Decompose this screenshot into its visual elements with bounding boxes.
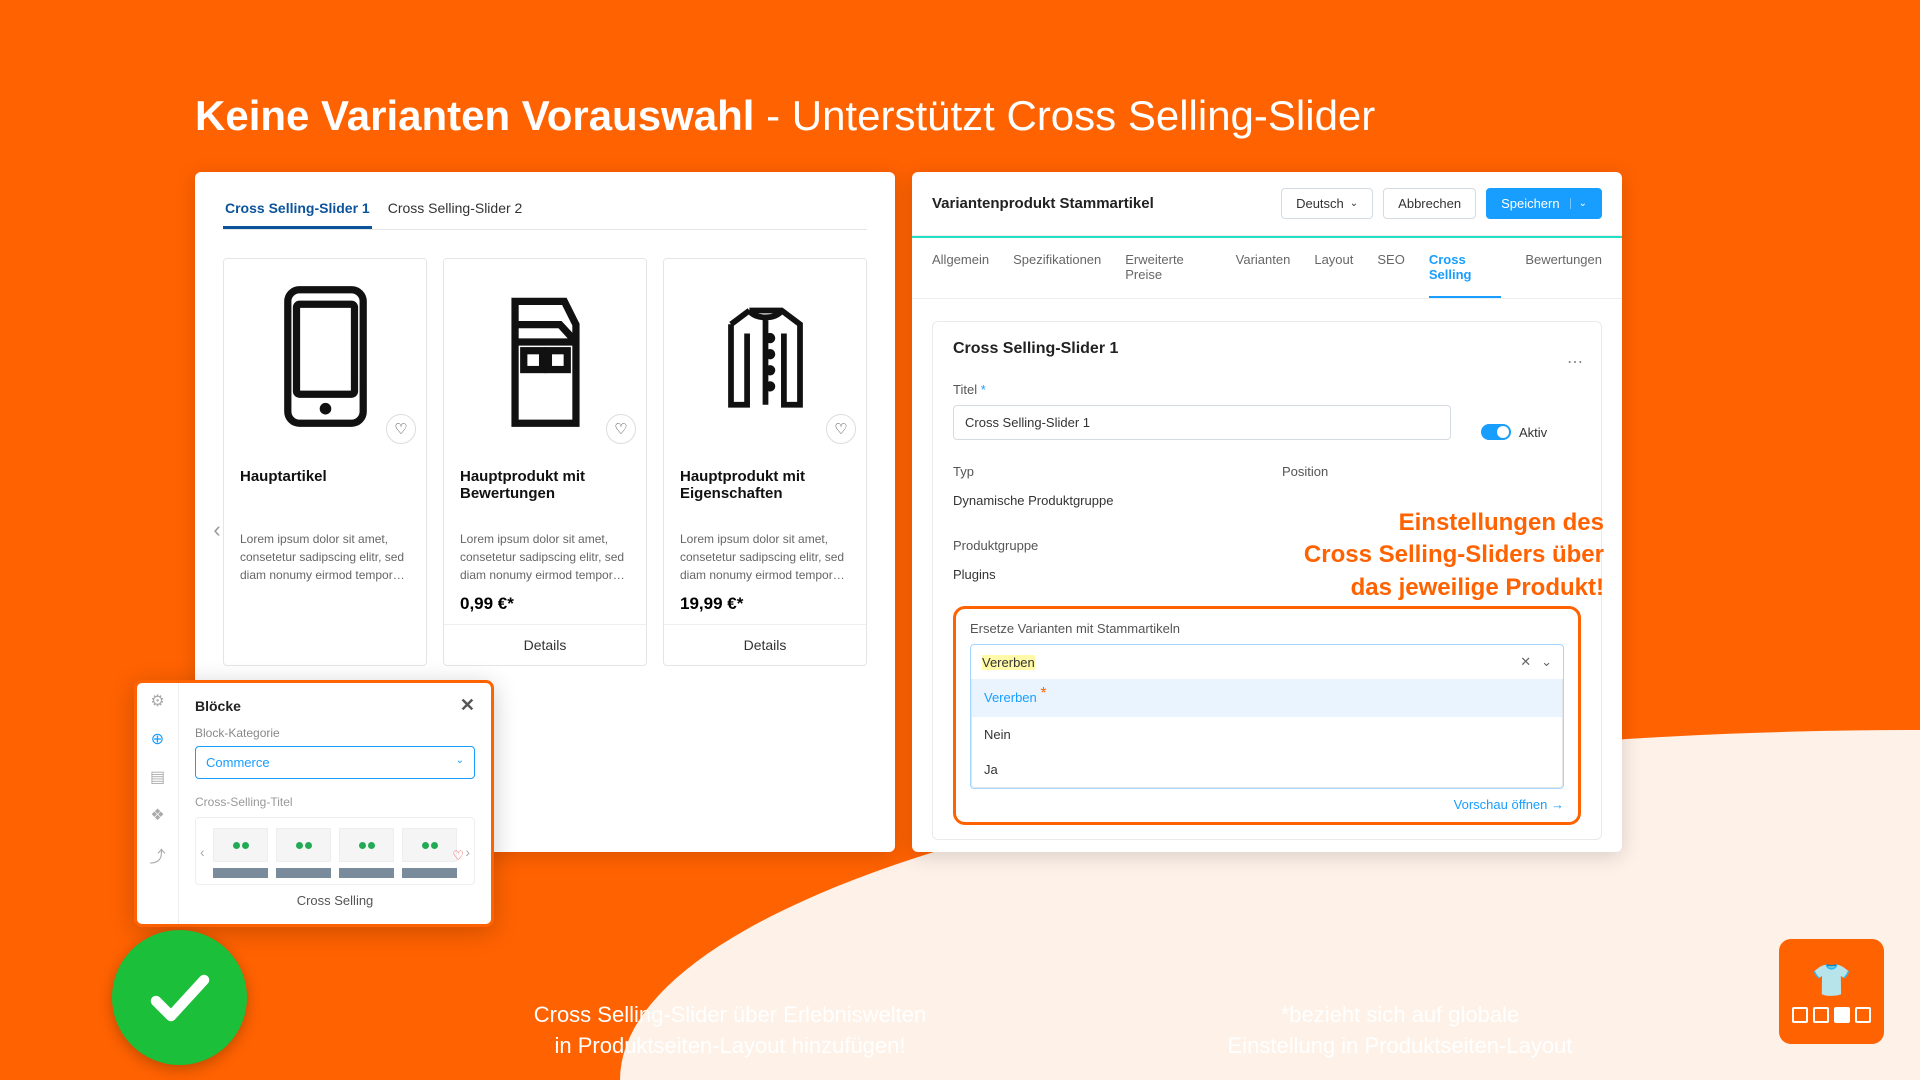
highlighted-setting: Ersetze Varianten mit Stammartikeln Vere…: [953, 606, 1581, 825]
product-title: Hauptprodukt mit Bewertungen: [460, 468, 630, 510]
product-card[interactable]: ♡ Hauptprodukt mit Bewertungen Lorem ipsu…: [443, 258, 647, 666]
product-price: 0,99 €*: [444, 594, 646, 624]
chevron-down-icon[interactable]: ⌄: [1541, 654, 1552, 670]
doc-icon[interactable]: ▤: [150, 767, 165, 787]
option-no[interactable]: Nein: [972, 717, 1562, 752]
tab-prices[interactable]: Erweiterte Preise: [1125, 238, 1211, 298]
position-label: Position: [1282, 464, 1581, 479]
brand-logo: 👕: [1779, 939, 1884, 1044]
product-desc: Lorem ipsum dolor sit amet, consetetur s…: [680, 530, 850, 584]
layers-icon[interactable]: ❖: [150, 805, 164, 825]
block-category-label: Block-Kategorie: [195, 726, 475, 740]
block-category-select[interactable]: Commerce⌄: [195, 746, 475, 779]
admin-panel: Variantenprodukt Stammartikel Deutsch⌄ A…: [912, 172, 1622, 852]
heart-icon: ♡: [452, 848, 464, 864]
details-button[interactable]: Details: [444, 624, 646, 665]
success-check-icon: [112, 930, 247, 1065]
product-desc: Lorem ipsum dolor sit amet, consetetur s…: [240, 530, 410, 584]
clear-icon[interactable]: ✕: [1520, 654, 1531, 670]
product-card[interactable]: ♡ Hauptartikel Lorem ipsum dolor sit amet…: [223, 258, 427, 666]
slider-prev-icon[interactable]: ‹: [205, 518, 229, 542]
slider-tabs: Cross Selling-Slider 1 Cross Selling-Sli…: [223, 200, 867, 230]
wishlist-icon[interactable]: ♡: [606, 414, 636, 444]
tab-cross-selling[interactable]: Cross Selling: [1429, 238, 1502, 298]
annotation-right: Einstellungen desCross Selling-Sliders ü…: [1304, 507, 1604, 604]
chevron-down-icon: ⌄: [1570, 198, 1587, 209]
wishlist-icon[interactable]: ♡: [386, 414, 416, 444]
tab-reviews[interactable]: Bewertungen: [1525, 238, 1602, 298]
chevron-down-icon: ⌄: [456, 755, 464, 770]
product-slider: ‹ ♡ HauptartikelLorem ipsum dolor sit am…: [223, 258, 867, 666]
type-label: Typ: [953, 464, 1252, 479]
chevron-down-icon: ⌄: [1350, 198, 1358, 209]
product-title: Hauptprodukt mit Eigenschaften: [680, 468, 850, 510]
preview-link[interactable]: Vorschau öffnen →: [970, 797, 1564, 812]
blocks-title: Blöcke: [195, 698, 241, 714]
block-preview[interactable]: ‹ › ♡: [195, 817, 475, 885]
dropdown-list: Vererben * Nein Ja: [971, 679, 1563, 788]
type-value: Dynamische Produktgruppe: [953, 487, 1252, 514]
share-icon[interactable]: ⤴: [149, 843, 165, 867]
blocks-popover: ⚙ ⊕ ▤ ❖ ⤴ Blöcke ✕ Block-Kategorie Commer…: [134, 680, 494, 927]
blocks-sidebar: ⚙ ⊕ ▤ ❖ ⤴: [137, 683, 179, 924]
tab-specs[interactable]: Spezifikationen: [1013, 238, 1101, 298]
product-image: ♡: [444, 259, 646, 454]
admin-tabs: Allgemein Spezifikationen Erweiterte Pre…: [912, 236, 1622, 299]
gear-icon[interactable]: ⚙: [150, 691, 164, 711]
thumb-next-icon[interactable]: ›: [465, 844, 470, 860]
add-icon[interactable]: ⊕: [151, 729, 164, 749]
caption-left: Cross Selling-Slider über Erlebniswelten…: [490, 1000, 970, 1062]
block-item-label: Cross Selling: [195, 893, 475, 908]
language-select[interactable]: Deutsch⌄: [1281, 188, 1373, 219]
option-inherit[interactable]: Vererben *: [972, 679, 1562, 717]
page-heading: Keine Varianten Vorauswahl - Unterstützt…: [195, 92, 1375, 140]
active-toggle[interactable]: Aktiv: [1481, 424, 1547, 440]
details-button[interactable]: Details: [664, 624, 866, 665]
replace-label: Ersetze Varianten mit Stammartikeln: [970, 621, 1564, 636]
product-image: ♡: [224, 259, 426, 454]
product-title: Hauptartikel: [240, 468, 410, 510]
tab-layout[interactable]: Layout: [1314, 238, 1353, 298]
more-icon[interactable]: ⋯: [1567, 352, 1585, 372]
thumb-prev-icon[interactable]: ‹: [200, 844, 205, 860]
product-desc: Lorem ipsum dolor sit amet, consetetur s…: [460, 530, 630, 584]
tab-slider-2[interactable]: Cross Selling-Slider 2: [386, 200, 525, 229]
tab-general[interactable]: Allgemein: [932, 238, 989, 298]
tab-slider-1[interactable]: Cross Selling-Slider 1: [223, 200, 372, 229]
save-button[interactable]: Speichern⌄: [1486, 188, 1602, 219]
wishlist-icon[interactable]: ♡: [826, 414, 856, 444]
card-title: Cross Selling-Slider 1: [953, 340, 1581, 358]
shirt-icon: 👕: [1812, 961, 1852, 999]
replace-combobox[interactable]: Vererben✕⌄ Vererben * Nein Ja: [970, 644, 1564, 789]
product-card[interactable]: ♡ Hauptprodukt mit Eigenschaften Lorem ip…: [663, 258, 867, 666]
title-input[interactable]: [953, 405, 1451, 440]
tab-variants[interactable]: Varianten: [1236, 238, 1291, 298]
product-image: ♡: [664, 259, 866, 454]
title-label: Titel *: [953, 382, 1451, 397]
tab-seo[interactable]: SEO: [1377, 238, 1404, 298]
option-yes[interactable]: Ja: [972, 752, 1562, 787]
cancel-button[interactable]: Abbrechen: [1383, 188, 1476, 219]
product-price: 19,99 €*: [664, 594, 866, 624]
caption-right: *bezieht sich auf globaleEinstellung in …: [1180, 1000, 1620, 1062]
blocks-subtitle: Cross-Selling-Titel: [195, 795, 475, 809]
admin-title: Variantenprodukt Stammartikel: [932, 195, 1154, 212]
close-icon[interactable]: ✕: [460, 695, 475, 716]
group-label: Produktgruppe: [953, 538, 1252, 553]
group-value: Plugins: [953, 561, 1252, 588]
